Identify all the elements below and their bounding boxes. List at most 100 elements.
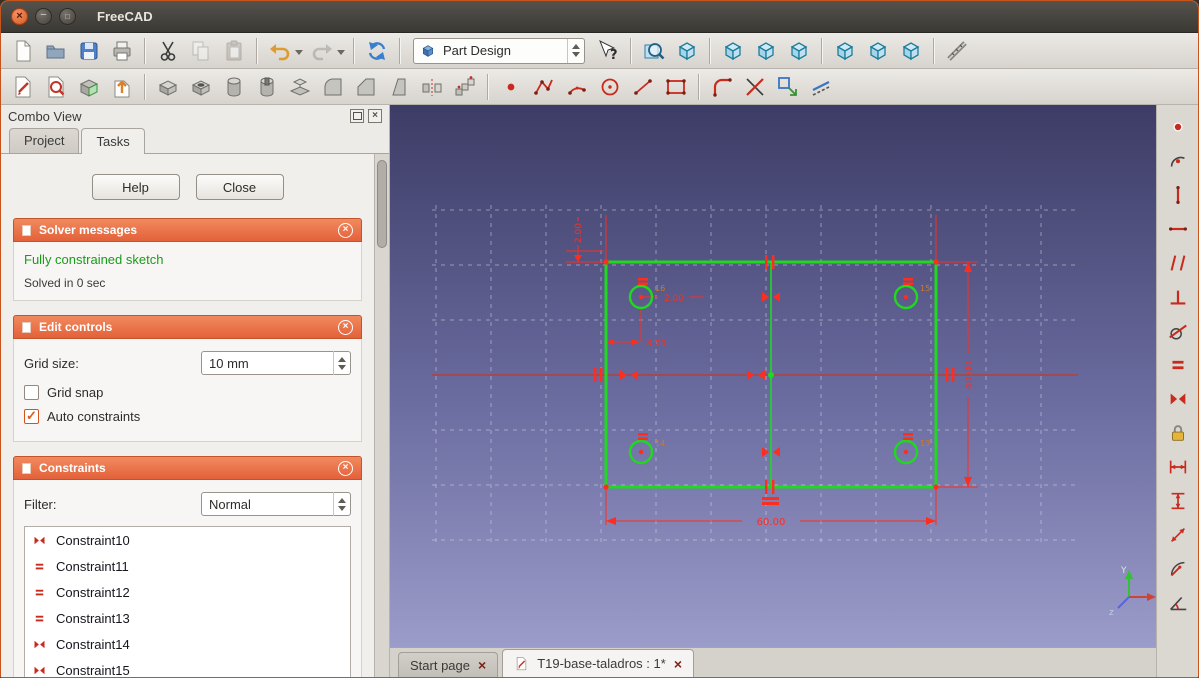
print-button[interactable] — [106, 36, 138, 66]
groove-button[interactable] — [251, 72, 283, 102]
fit-all-button[interactable] — [638, 36, 670, 66]
create-circle-button[interactable] — [594, 72, 626, 102]
create-point-button[interactable] — [495, 72, 527, 102]
pocket-button[interactable] — [185, 72, 217, 102]
paste-button[interactable] — [218, 36, 250, 66]
close-tab-icon[interactable] — [674, 657, 682, 671]
tab-project[interactable]: Project — [9, 128, 80, 153]
cut-button[interactable] — [152, 36, 184, 66]
help-button[interactable]: Help — [91, 174, 180, 200]
dimension-hole-x-label[interactable]: 2.00 — [664, 294, 684, 304]
linear-pattern-button[interactable] — [449, 72, 481, 102]
constraint-list-item[interactable]: Constraint11 — [25, 553, 350, 579]
dimension-hole-y-label[interactable]: 8.00 — [646, 339, 666, 349]
grid-snap-checkbox[interactable] — [24, 385, 39, 400]
view-bottom-button[interactable] — [862, 36, 894, 66]
dimension-top-offset-label[interactable]: 2.00 — [574, 223, 584, 243]
additive-loft-button[interactable] — [284, 72, 316, 102]
sketch-canvas[interactable]: 16 15 14 13 60.00 40.00 2.00 2.00 8.00 Y… — [390, 105, 1156, 647]
panel-scrollbar[interactable] — [374, 154, 389, 677]
vertical-constraint-button[interactable] — [1164, 182, 1192, 208]
perpendicular-constraint-button[interactable] — [1164, 284, 1192, 310]
create-arc-button[interactable] — [561, 72, 593, 102]
collapse-section-icon[interactable] — [338, 319, 353, 335]
auto-constraints-checkbox[interactable] — [24, 409, 39, 424]
tab-tasks[interactable]: Tasks — [81, 128, 145, 154]
refresh-button[interactable] — [361, 36, 393, 66]
sketch-fillet-button[interactable] — [706, 72, 738, 102]
view-right-button[interactable] — [783, 36, 815, 66]
map-sketch-button[interactable] — [73, 72, 105, 102]
horizontal-distance-button[interactable] — [1164, 454, 1192, 480]
tab-document[interactable]: T19-base-taladros : 1* — [502, 649, 694, 677]
trim-edge-button[interactable] — [739, 72, 771, 102]
radius-constraint-button[interactable] — [1164, 556, 1192, 582]
dimension-height-label[interactable]: 40.00 — [964, 361, 975, 390]
solver-messages-header[interactable]: Solver messages — [13, 218, 362, 242]
window-minimize-button[interactable] — [35, 8, 52, 25]
symmetric-constraint-button[interactable] — [1164, 386, 1192, 412]
measure-distance-button[interactable] — [941, 36, 973, 66]
equal-constraint-button[interactable] — [1164, 352, 1192, 378]
constraints-header[interactable]: Constraints — [13, 456, 362, 480]
angle-constraint-button[interactable] — [1164, 590, 1192, 616]
open-document-button[interactable] — [40, 36, 72, 66]
copy-button[interactable] — [185, 36, 217, 66]
create-line-button[interactable] — [627, 72, 659, 102]
horizontal-constraint-button[interactable] — [1164, 216, 1192, 242]
view-rear-button[interactable] — [829, 36, 861, 66]
create-rectangle-button[interactable] — [660, 72, 692, 102]
distance-constraint-button[interactable] — [1164, 522, 1192, 548]
close-tab-icon[interactable] — [478, 658, 486, 672]
leave-sketch-button[interactable] — [106, 72, 138, 102]
create-polyline-button[interactable] — [528, 72, 560, 102]
dimension-width-label[interactable]: 60.00 — [757, 517, 786, 528]
redo-dropdown-caret[interactable] — [337, 50, 345, 59]
constraint-list-item[interactable]: Constraint14 — [25, 631, 350, 657]
tab-start-page[interactable]: Start page — [398, 652, 499, 677]
save-document-button[interactable] — [73, 36, 105, 66]
toggle-construction-button[interactable] — [805, 72, 837, 102]
filter-spinner[interactable] — [333, 492, 350, 516]
whats-this-button[interactable] — [592, 36, 624, 66]
edit-controls-header[interactable]: Edit controls — [13, 315, 362, 339]
view-axonometric-button[interactable] — [671, 36, 703, 66]
grid-size-select[interactable]: 10 mm — [201, 351, 351, 375]
panel-float-button[interactable] — [350, 109, 364, 123]
window-close-button[interactable] — [11, 8, 28, 25]
new-document-button[interactable] — [7, 36, 39, 66]
grid-size-spinner[interactable] — [333, 351, 350, 375]
close-task-button[interactable]: Close — [195, 174, 284, 200]
collapse-section-icon[interactable] — [338, 460, 353, 476]
constraint-list-item[interactable]: Constraint10 — [25, 527, 350, 553]
external-geometry-button[interactable] — [772, 72, 804, 102]
parallel-constraint-button[interactable] — [1164, 250, 1192, 276]
panel-close-button[interactable] — [368, 109, 382, 123]
constraint-list-item[interactable]: Constraint12 — [25, 579, 350, 605]
undo-button[interactable] — [264, 36, 296, 66]
edit-sketch-button[interactable] — [40, 72, 72, 102]
undo-dropdown-caret[interactable] — [295, 50, 303, 59]
collapse-section-icon[interactable] — [338, 222, 353, 238]
scrollbar-thumb[interactable] — [377, 160, 387, 248]
constraint-list-item[interactable]: Constraint13 — [25, 605, 350, 631]
3d-viewport[interactable]: 16 15 14 13 60.00 40.00 2.00 2.00 8.00 Y… — [390, 105, 1156, 647]
vertical-distance-button[interactable] — [1164, 488, 1192, 514]
lock-constraint-button[interactable] — [1164, 420, 1192, 446]
window-maximize-button[interactable] — [59, 8, 76, 25]
coincident-constraint-button[interactable] — [1164, 114, 1192, 140]
pad-button[interactable] — [152, 72, 184, 102]
workbench-selector[interactable]: Part Design — [413, 37, 585, 64]
redo-button[interactable] — [306, 36, 338, 66]
constraint-list-item[interactable]: Constraint15 — [25, 657, 350, 677]
chamfer-button[interactable] — [350, 72, 382, 102]
view-top-button[interactable] — [750, 36, 782, 66]
view-front-button[interactable] — [717, 36, 749, 66]
new-sketch-button[interactable] — [7, 72, 39, 102]
draft-button[interactable] — [383, 72, 415, 102]
tangent-constraint-button[interactable] — [1164, 318, 1192, 344]
mirrored-button[interactable] — [416, 72, 448, 102]
workbench-spinner[interactable] — [567, 38, 584, 63]
constraint-filter-select[interactable]: Normal — [201, 492, 351, 516]
fillet-button[interactable] — [317, 72, 349, 102]
